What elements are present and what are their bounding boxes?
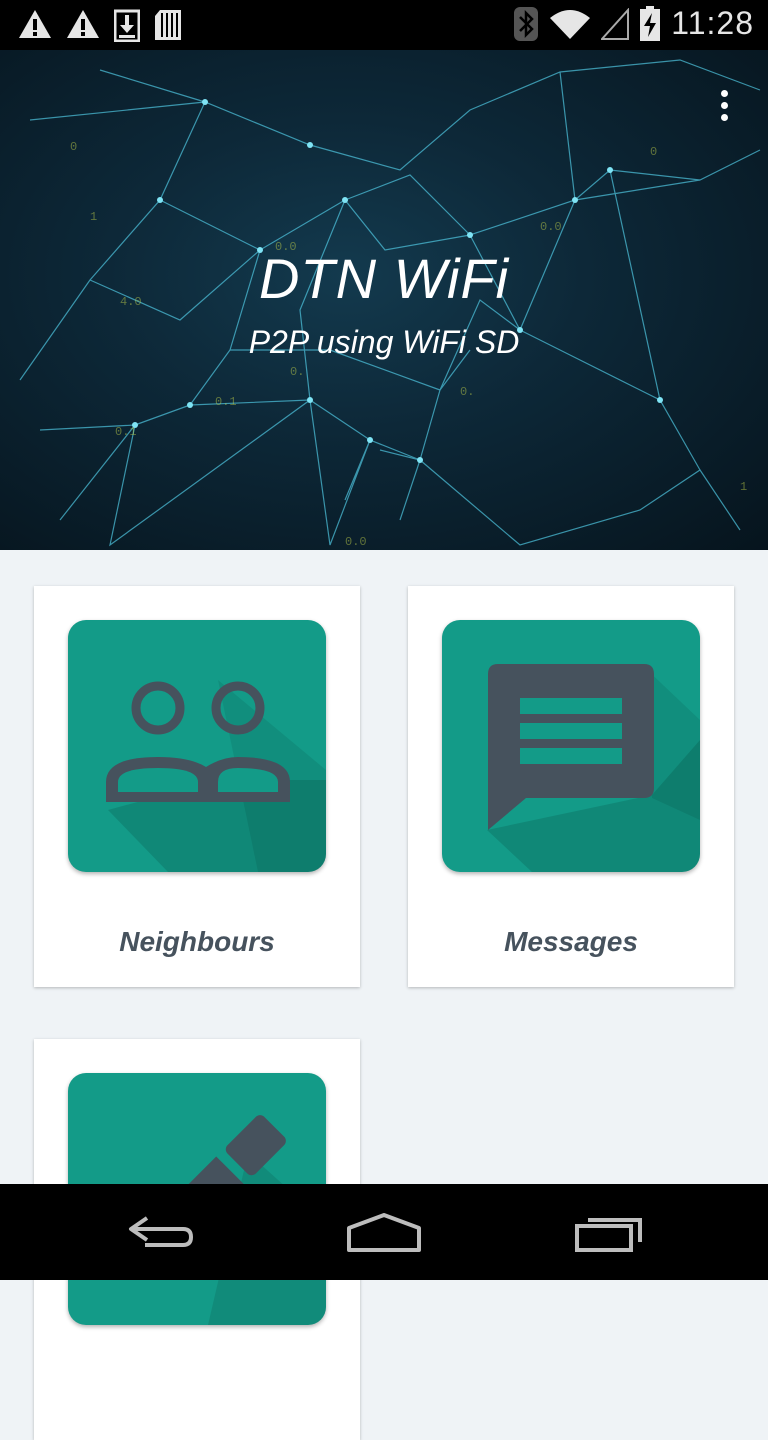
svg-text:1: 1 [90,210,97,224]
cell-signal-icon [601,7,630,40]
people-icon [106,680,326,872]
svg-text:1: 1 [740,480,747,494]
messages-tile [442,620,700,872]
svg-text:0.0: 0.0 [345,535,367,549]
svg-text:0.0: 0.0 [540,220,562,234]
status-bar: 11:28 [0,0,768,50]
header-banner: 0 0.0 4.0 0.0 0.1 0.0 0.1 0. 0 1 1 0. DTN WiFi P… [0,50,768,550]
home-icon[interactable] [346,1212,422,1254]
message-icon [487,664,700,872]
battery-charging-icon [640,5,661,41]
storage-icon [155,10,181,40]
warning-icon [67,10,99,38]
navigation-bar [0,1184,768,1280]
warning-icon [19,10,51,38]
svg-text:0: 0 [70,140,77,154]
svg-text:0.: 0. [290,365,304,379]
svg-text:0.: 0. [460,385,474,399]
clock: 11:28 [671,5,754,41]
back-icon[interactable] [125,1212,195,1252]
app-subtitle: P2P using WiFi SD [248,324,520,360]
wifi-icon [550,9,591,39]
app-title: DTN WiFi [258,247,510,310]
recents-icon[interactable] [574,1212,646,1254]
bluetooth-icon [514,6,539,41]
overflow-menu-icon[interactable] [714,90,734,126]
neighbours-card[interactable]: Neighbours [34,586,360,987]
download-icon [114,9,140,42]
messages-card[interactable]: Messages [408,586,734,987]
svg-text:0.1: 0.1 [215,395,237,409]
svg-text:0.1: 0.1 [115,425,137,439]
neighbours-label: Neighbours [119,926,275,957]
messages-label: Messages [504,926,638,957]
neighbours-tile [68,620,326,872]
svg-text:0: 0 [650,145,657,159]
